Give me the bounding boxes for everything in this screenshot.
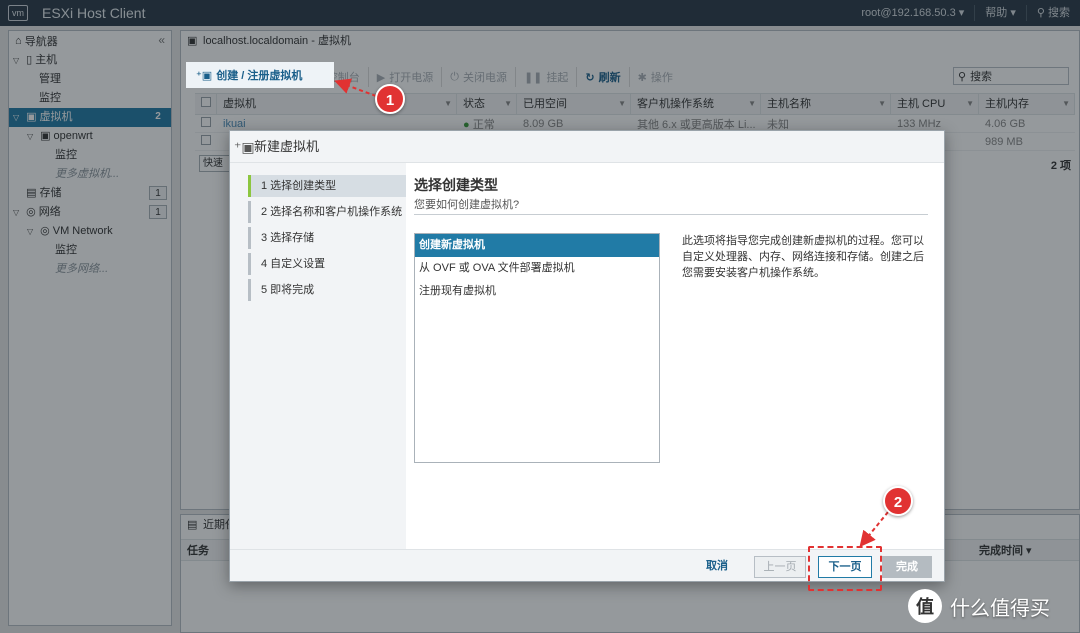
dialog-title: ⁺▣ 新建虚拟机 bbox=[230, 131, 944, 163]
step-heading: 选择创建类型 bbox=[414, 175, 498, 195]
dialog-title-text: 新建虚拟机 bbox=[254, 139, 319, 154]
option-register-existing[interactable]: 注册现有虚拟机 bbox=[415, 280, 659, 303]
cancel-button[interactable]: 取消 bbox=[694, 556, 740, 578]
wizard-steps: 1 选择创建类型 2 选择名称和客户机操作系统 3 选择存储 4 自定义设置 5… bbox=[230, 163, 406, 549]
add-vm-icon: ⁺▣ bbox=[234, 131, 255, 163]
finish-button[interactable]: 完成 bbox=[882, 556, 932, 578]
step-subheading: 您要如何创建虚拟机? bbox=[414, 196, 519, 212]
wizard-content: 选择创建类型 您要如何创建虚拟机? 创建新虚拟机 从 OVF 或 OVA 文件部… bbox=[414, 163, 946, 549]
wizard-step-4[interactable]: 4 自定义设置 bbox=[248, 253, 406, 275]
callout-1: 1 bbox=[375, 84, 405, 114]
wizard-step-3[interactable]: 3 选择存储 bbox=[248, 227, 406, 249]
annotation-highlight bbox=[808, 546, 882, 591]
new-vm-dialog: ⁺▣ 新建虚拟机 1 选择创建类型 2 选择名称和客户机操作系统 3 选择存储 … bbox=[229, 130, 945, 582]
wizard-step-2[interactable]: 2 选择名称和客户机操作系统 bbox=[248, 201, 406, 223]
add-vm-icon: ⁺▣ bbox=[196, 69, 212, 82]
option-deploy-ovf[interactable]: 从 OVF 或 OVA 文件部署虚拟机 bbox=[415, 257, 659, 280]
previous-button[interactable]: 上一页 bbox=[754, 556, 806, 578]
option-create-new-vm[interactable]: 创建新虚拟机 bbox=[415, 234, 659, 257]
watermark-logo-icon: 值 bbox=[908, 589, 942, 623]
wizard-step-1[interactable]: 1 选择创建类型 bbox=[248, 175, 406, 197]
divider bbox=[414, 214, 928, 215]
watermark: 值 什么值得买 bbox=[908, 586, 1050, 626]
watermark-text: 什么值得买 bbox=[950, 592, 1050, 621]
callout-2: 2 bbox=[883, 486, 913, 516]
toolbar-label: 创建 / 注册虚拟机 bbox=[216, 67, 302, 83]
create-register-vm-button[interactable]: ⁺▣ 创建 / 注册虚拟机 bbox=[186, 62, 334, 88]
wizard-step-5[interactable]: 5 即将完成 bbox=[248, 279, 406, 301]
option-description: 此选项将指导您完成创建新虚拟机的过程。您可以自定义处理器、内存、网络连接和存储。… bbox=[682, 233, 934, 281]
creation-type-list: 创建新虚拟机 从 OVF 或 OVA 文件部署虚拟机 注册现有虚拟机 bbox=[414, 233, 660, 463]
